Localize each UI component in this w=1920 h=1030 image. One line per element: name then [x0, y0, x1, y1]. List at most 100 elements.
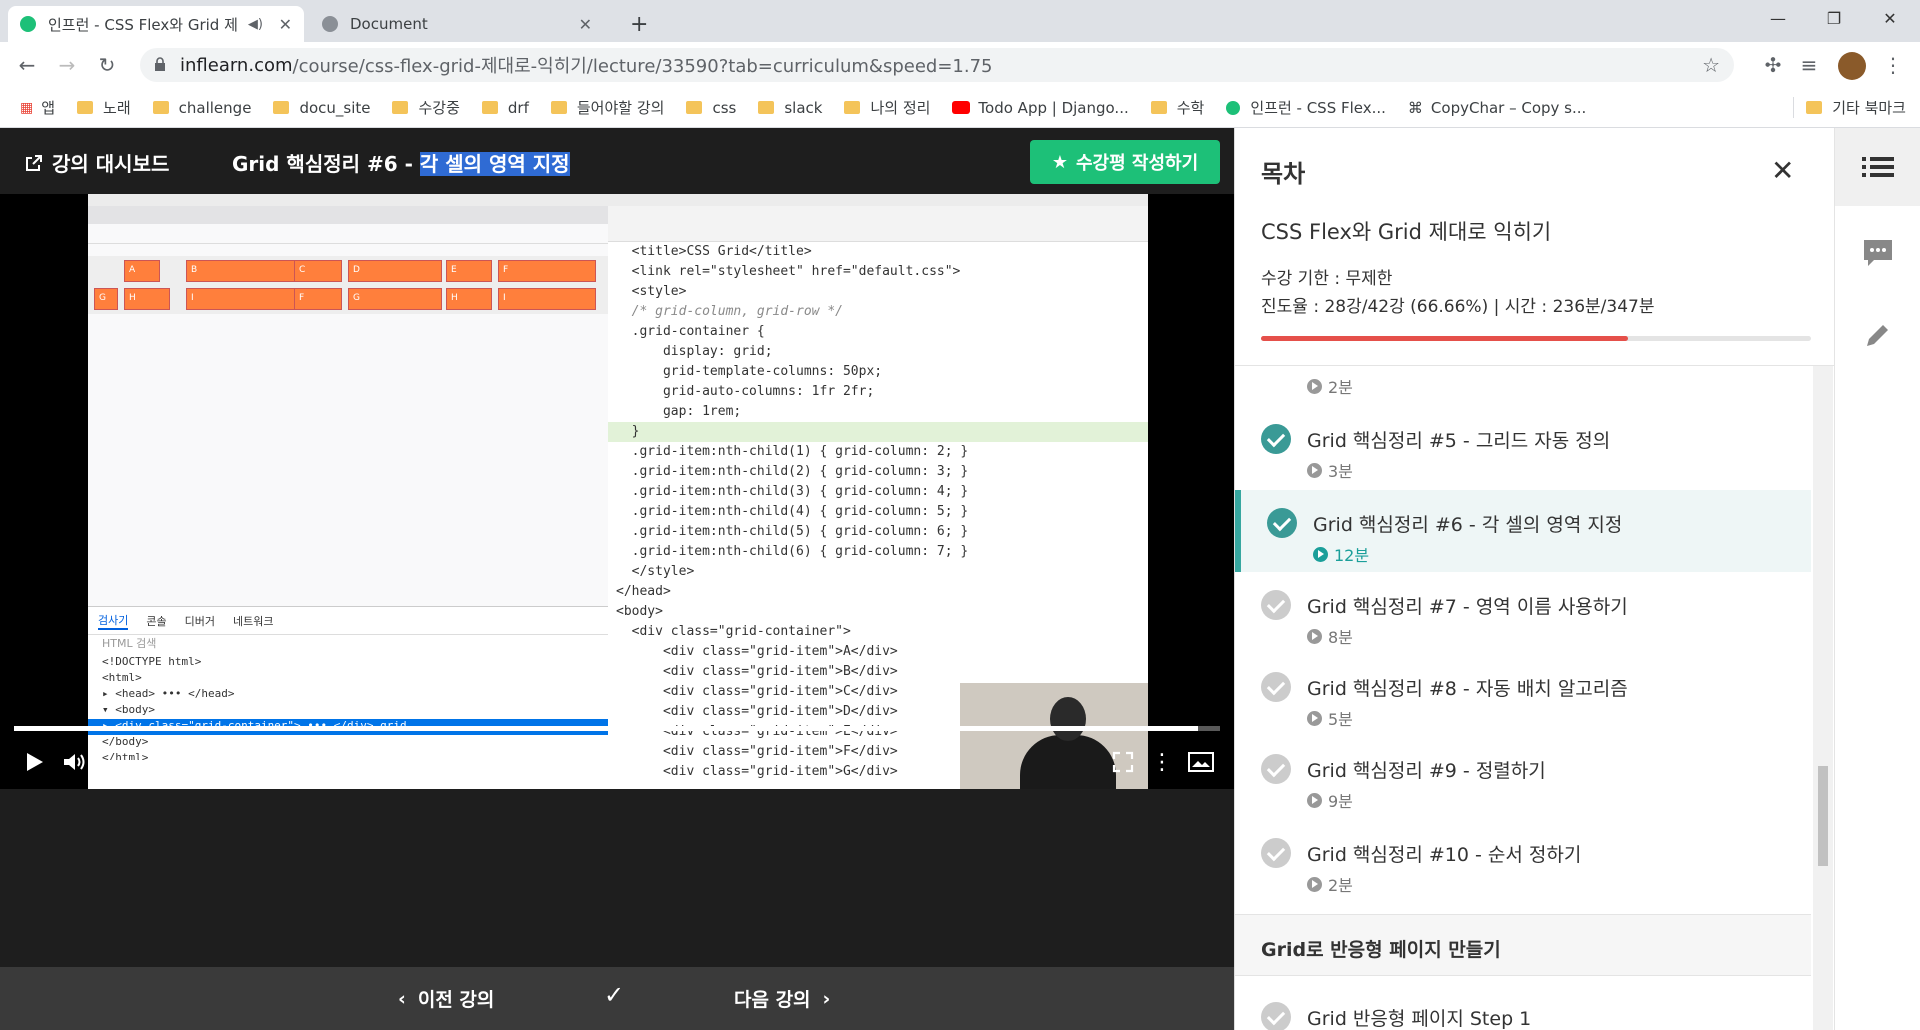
browser-tab-strip: 인프런 - CSS Flex와 Grid 제 ◀) ✕ Document ✕ +…	[0, 0, 1920, 42]
comment-icon[interactable]	[1835, 214, 1920, 292]
profile-avatar[interactable]	[1838, 52, 1866, 80]
bookmark-folder[interactable]: css	[686, 99, 736, 117]
complete-check-icon[interactable]: ✓	[604, 981, 624, 1009]
side-toolbar	[1834, 128, 1920, 1030]
code-line: <title>CSS Grid</title>	[616, 244, 812, 259]
star-icon: ★	[1051, 151, 1068, 173]
bookmark-folder[interactable]: slack	[758, 99, 822, 117]
lesson-item[interactable]: Grid 핵심정리 #10 - 순서 정하기 2분	[1235, 820, 1811, 902]
code-line: grid-template-columns: 50px;	[616, 364, 883, 379]
course-title: CSS Flex와 Grid 제대로 익히기	[1261, 220, 1552, 244]
lesson-item-current[interactable]: Grid 핵심정리 #6 - 각 셀의 영역 지정 12분	[1235, 490, 1811, 572]
speaker-icon[interactable]: ◀)	[248, 17, 263, 32]
video-progress-bar[interactable]	[14, 726, 1220, 731]
partial-lesson-duration: 2분	[1307, 374, 1353, 398]
folder-icon	[1806, 101, 1823, 114]
extensions-icon[interactable]: ✣	[1760, 52, 1786, 78]
video-player[interactable]: A B C D E F G H I F G H I 검사기 콘솔 디버거 네트워…	[0, 194, 1234, 789]
forward-icon[interactable]: →	[54, 52, 80, 78]
course-progress-bar	[1261, 336, 1811, 341]
chevron-left-icon: ‹	[398, 987, 406, 1010]
browser-tab-inflearn[interactable]: 인프런 - CSS Flex와 Grid 제 ◀) ✕	[8, 6, 304, 42]
section-header[interactable]: Grid로 반응형 페이지 만들기	[1235, 914, 1811, 976]
volume-icon[interactable]	[58, 746, 92, 778]
globe-icon	[322, 16, 338, 32]
reload-icon[interactable]: ↻	[94, 52, 120, 78]
volume-slider[interactable]	[98, 746, 193, 778]
code-line: <div class="grid-item">B</div>	[616, 664, 898, 679]
new-tab-button[interactable]: +	[618, 6, 654, 42]
back-icon[interactable]: ←	[14, 52, 40, 78]
code-line: display: grid;	[616, 344, 773, 359]
fullscreen-icon[interactable]	[1108, 746, 1138, 778]
close-panel-icon[interactable]: ✕	[1771, 154, 1794, 187]
lecture-title: Grid 핵심정리 #6 - 각 셀의 영역 지정	[232, 152, 570, 176]
bookmark-folder[interactable]: 나의 정리	[844, 97, 930, 118]
picture-in-picture-icon[interactable]	[1184, 746, 1218, 778]
bookmark-folder[interactable]: 노래	[77, 97, 131, 118]
grid-cell: D	[348, 260, 442, 282]
devtools-search: HTML 검색	[102, 637, 157, 650]
bookmark-youtube[interactable]: Todo App | Django...	[952, 99, 1129, 117]
folder-icon	[550, 101, 567, 114]
bookmark-star-icon[interactable]: ☆	[1702, 53, 1720, 77]
grid-cell: F	[294, 288, 342, 310]
lesson-item[interactable]: Grid 핵심정리 #9 - 정렬하기 9분	[1235, 736, 1811, 818]
write-review-button[interactable]: ★ 수강평 작성하기	[1030, 140, 1220, 184]
next-lecture-button[interactable]: 다음 강의 ›	[734, 985, 830, 1012]
bookmark-folder[interactable]: docu_site	[273, 99, 370, 117]
maximize-icon[interactable]: ❐	[1806, 0, 1862, 36]
curriculum-list-icon[interactable]	[1835, 128, 1920, 206]
lesson-title: Grid 핵심정리 #6 - 각 셀의 영역 지정	[1313, 514, 1623, 536]
close-window-icon[interactable]: ✕	[1862, 0, 1918, 36]
browser-tab-document[interactable]: Document ✕	[310, 6, 604, 42]
play-icon[interactable]	[18, 746, 50, 778]
media-icon[interactable]: ≡	[1796, 52, 1822, 78]
grid-cell: I	[186, 288, 296, 310]
bookmark-folder[interactable]: 수학	[1150, 97, 1204, 118]
deadline-text: 수강 기한 : 무제한	[1261, 269, 1393, 289]
close-tab-icon[interactable]: ✕	[579, 15, 592, 34]
firefox-tab-bar	[88, 206, 608, 224]
lesson-item[interactable]: Grid 핵심정리 #7 - 영역 이름 사용하기 8분	[1235, 572, 1811, 654]
bookmark-folder[interactable]: 수강중	[392, 97, 460, 118]
close-tab-icon[interactable]: ✕	[279, 15, 292, 34]
scrollbar-thumb[interactable]	[1818, 766, 1828, 866]
menu-dots-icon[interactable]: ⋮	[1880, 52, 1906, 78]
url-field[interactable]: inflearn.com/course/css-flex-grid-제대로-익히…	[140, 48, 1734, 82]
bookmark-folder[interactable]: 들어야할 강의	[550, 97, 664, 118]
lesson-item[interactable]: Grid 반응형 페이지 Step 1	[1235, 984, 1811, 1030]
pencil-icon[interactable]	[1835, 296, 1920, 374]
grid-cell: G	[94, 288, 118, 310]
lesson-item[interactable]: Grid 핵심정리 #8 - 자동 배치 알고리즘 5분	[1235, 654, 1811, 736]
lesson-list: 2분 Grid 핵심정리 #5 - 그리드 자동 정의 3분 Grid 핵심정리…	[1235, 366, 1811, 1030]
prev-lecture-button[interactable]: ‹ 이전 강의	[398, 985, 494, 1012]
lesson-item[interactable]: Grid 핵심정리 #5 - 그리드 자동 정의 3분	[1235, 406, 1811, 488]
code-line: <div class="grid-container">	[616, 624, 851, 639]
check-circle-icon	[1261, 424, 1291, 454]
bookmark-folder[interactable]: challenge	[152, 99, 251, 117]
play-circle-icon	[1313, 546, 1328, 562]
toc-heading: 목차	[1261, 160, 1306, 188]
play-circle-icon	[1307, 876, 1322, 892]
volume-knob[interactable]	[181, 756, 193, 768]
bookmark-copychar[interactable]: ⌘ CopyChar – Copy s...	[1408, 99, 1586, 117]
course-progress-fill	[1261, 336, 1628, 341]
code-line: .grid-container {	[616, 324, 765, 339]
bookmark-apps[interactable]: ▦ 앱	[20, 97, 55, 118]
more-options-icon[interactable]: ⋮	[1150, 746, 1174, 778]
lesson-title: Grid 핵심정리 #5 - 그리드 자동 정의	[1307, 430, 1611, 452]
html-line: ▾ <body>	[102, 703, 155, 716]
bookmark-other[interactable]: 기타 북마크	[1793, 97, 1906, 118]
code-line: .grid-item:nth-child(5) { grid-column: 6…	[616, 524, 969, 539]
minimize-icon[interactable]: —	[1750, 0, 1806, 36]
check-circle-icon	[1261, 590, 1291, 620]
url-host: inflearn.com	[180, 54, 293, 76]
devtools-tab: 디버거	[184, 614, 215, 628]
devtools-tab: 네트워크	[233, 614, 274, 628]
dashboard-link[interactable]: 강의 대시보드	[24, 148, 169, 177]
bookmark-folder[interactable]: drf	[481, 99, 529, 117]
bookmark-inflearn[interactable]: 인프런 - CSS Flex...	[1226, 97, 1386, 118]
list-scrollbar[interactable]	[1813, 366, 1833, 1030]
html-line: <!DOCTYPE html>	[102, 655, 202, 668]
